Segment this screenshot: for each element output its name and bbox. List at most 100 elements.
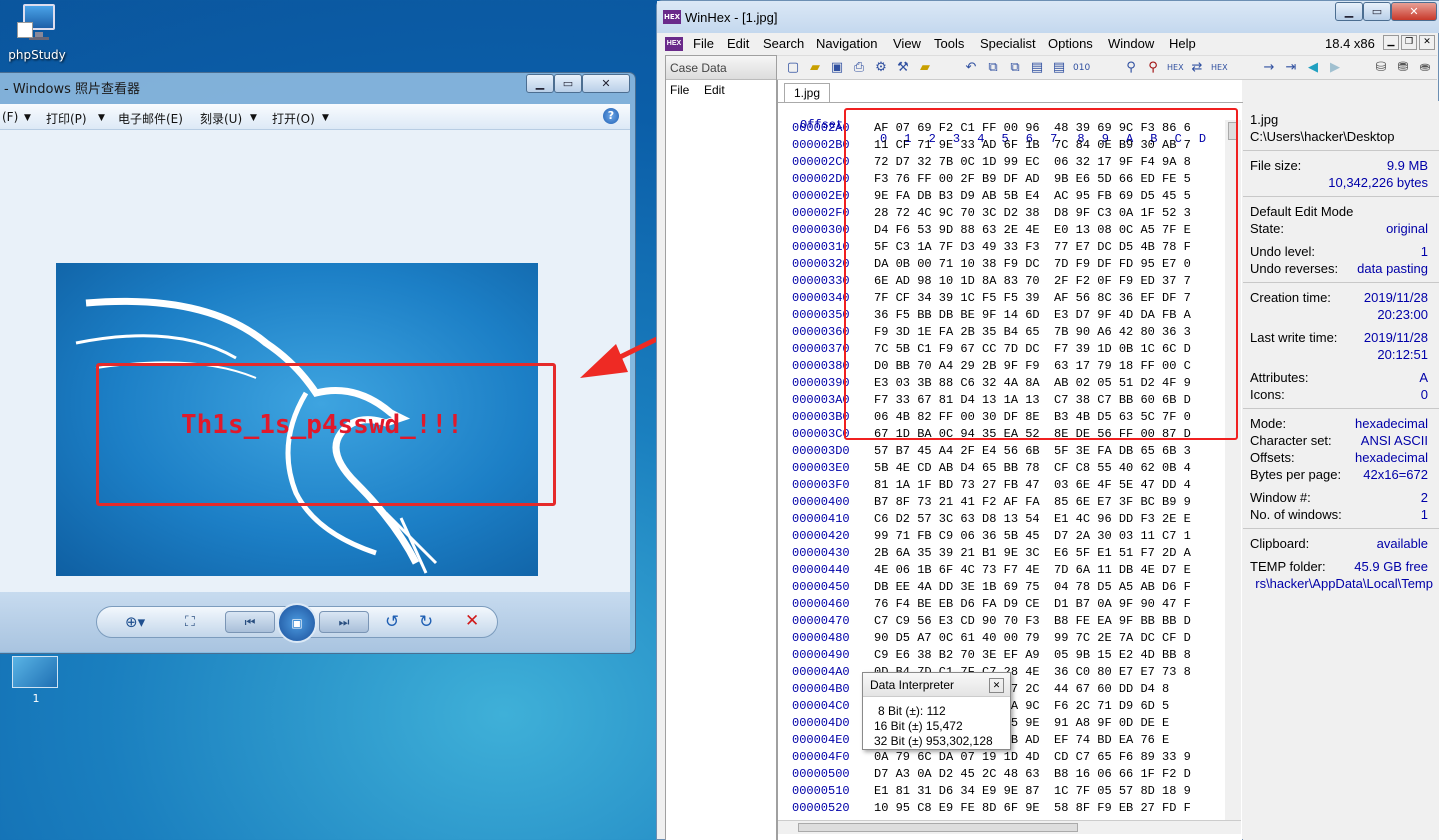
- row-bytes[interactable]: 76 F4 BE EB D6 FA D9 CE D1 B7 0A 9F 90 4…: [874, 597, 1191, 611]
- hex-row[interactable]: 00000440 4E 06 1B 6F 4C 73 F7 4E 7D 6A 11…: [778, 563, 1238, 580]
- disk-image-icon[interactable]: ⛃: [1395, 60, 1411, 76]
- ram-icon[interactable]: ⛂: [1417, 60, 1433, 76]
- close-button[interactable]: ✕: [1391, 2, 1437, 21]
- open-folder-icon[interactable]: ▰: [807, 60, 823, 76]
- rotate-right-icon[interactable]: ↻: [419, 612, 433, 632]
- hex-row[interactable]: 000003D0 57 B7 45 A4 2F E4 56 6B 5F 3E FA…: [778, 444, 1238, 461]
- row-bytes[interactable]: B7 8F 73 21 41 F2 AF FA 85 6E E7 3F BC B…: [874, 495, 1191, 509]
- desktop-icon-phpstudy[interactable]: phpStudy: [4, 0, 70, 70]
- hex-row[interactable]: 00000460 76 F4 BE EB D6 FA D9 CE D1 B7 0A…: [778, 597, 1238, 614]
- row-bytes[interactable]: 5B 4E CD AB D4 65 BB 78 CF C8 55 40 62 0…: [874, 461, 1191, 475]
- next-icon[interactable]: ⏭: [319, 611, 369, 633]
- maximize-button[interactable]: ▭: [1363, 2, 1391, 21]
- mdi-restore-button[interactable]: ❐: [1401, 35, 1417, 50]
- paste-block-icon[interactable]: ▤: [1051, 60, 1067, 76]
- new-file-icon[interactable]: ▢: [785, 60, 801, 76]
- menu-edit[interactable]: Edit: [727, 36, 749, 51]
- copy-block-icon[interactable]: ⧉: [1007, 60, 1023, 76]
- previous-icon[interactable]: ⏮: [225, 611, 275, 633]
- menu-file[interactable]: File: [693, 36, 714, 51]
- menu-window[interactable]: Window: [1108, 36, 1154, 51]
- zoom-icon[interactable]: ⊕▾: [125, 613, 145, 631]
- binary-icon[interactable]: 010: [1073, 60, 1090, 76]
- help-icon[interactable]: ?: [603, 108, 619, 124]
- actual-size-icon[interactable]: ⛶: [185, 614, 195, 630]
- menu-view[interactable]: View: [893, 36, 921, 51]
- folder-icon[interactable]: ▰: [917, 60, 933, 76]
- menu-email[interactable]: 电子邮件(E): [118, 110, 183, 127]
- minimize-button[interactable]: ▁: [526, 74, 554, 93]
- hex-row[interactable]: 00000410 C6 D2 57 3C 63 D8 13 54 E1 4C 96…: [778, 512, 1238, 529]
- horizontal-scrollbar[interactable]: [778, 820, 1241, 834]
- case-menu-edit[interactable]: Edit: [704, 83, 725, 97]
- hex-row[interactable]: 00000400 B7 8F 73 21 41 F2 AF FA 85 6E E7…: [778, 495, 1238, 512]
- menu-print[interactable]: 打印(P): [46, 110, 87, 127]
- tab-1jpg[interactable]: 1.jpg: [784, 83, 830, 103]
- row-bytes[interactable]: C6 D2 57 3C 63 D8 13 54 E1 4C 96 DD F3 2…: [874, 512, 1191, 526]
- data-interpreter-dialog[interactable]: Data Interpreter ✕ 8 Bit (±): 112 16 Bit…: [862, 672, 1011, 750]
- menu-burn[interactable]: 刻录(U): [200, 110, 242, 127]
- properties-icon[interactable]: ⚙: [873, 60, 889, 76]
- hex-row[interactable]: 000004F0 0A 79 6C DA 07 19 1D 4D CD C7 65…: [778, 750, 1238, 767]
- hex-row[interactable]: 00000450 DB EE 4A DD 3E 1B 69 75 04 78 D5…: [778, 580, 1238, 597]
- row-bytes[interactable]: C7 C9 56 E3 CD 90 70 F3 B8 FE EA 9F BB B…: [874, 614, 1191, 628]
- row-bytes[interactable]: 2B 6A 35 39 21 B1 9E 3C E6 5F E1 51 F7 2…: [874, 546, 1191, 560]
- hex-row[interactable]: 00000470 C7 C9 56 E3 CD 90 70 F3 B8 FE EA…: [778, 614, 1238, 631]
- hex-row[interactable]: 00000490 C9 E6 38 B2 70 3E EF A9 05 9B 15…: [778, 648, 1238, 665]
- hex-row[interactable]: 000003F0 81 1A 1F BD 73 27 FB 47 03 6E 4F…: [778, 478, 1238, 495]
- forward-icon[interactable]: ▶: [1327, 60, 1343, 76]
- save-icon[interactable]: ▣: [829, 60, 845, 76]
- replace-text-icon[interactable]: HEX: [1167, 60, 1184, 76]
- back-icon[interactable]: ◀: [1305, 60, 1321, 76]
- close-icon[interactable]: ✕: [989, 678, 1004, 693]
- row-bytes[interactable]: 90 D5 A7 0C 61 40 00 79 99 7C 2E 7A DC C…: [874, 631, 1191, 645]
- hex-row[interactable]: 00000520 10 95 C8 E9 FE 8D 6F 9E 58 8F F9…: [778, 801, 1238, 818]
- print-icon[interactable]: ⎙: [851, 60, 867, 76]
- menu-options[interactable]: Options: [1048, 36, 1093, 51]
- rotate-left-icon[interactable]: ↺: [385, 612, 399, 632]
- replace-icon[interactable]: ⇄: [1189, 60, 1205, 76]
- menu-help[interactable]: Help: [1169, 36, 1196, 51]
- paste-icon[interactable]: ▤: [1029, 60, 1045, 76]
- replace-hex-icon[interactable]: HEX: [1211, 60, 1228, 76]
- goto-sector-icon[interactable]: ⇥: [1283, 60, 1299, 76]
- row-bytes[interactable]: 81 1A 1F BD 73 27 FB 47 03 6E 4F 5E 47 D…: [874, 478, 1191, 492]
- hex-row[interactable]: 00000420 99 71 FB C9 06 36 5B 45 D7 2A 30…: [778, 529, 1238, 546]
- minimize-button[interactable]: ▁: [1335, 2, 1363, 21]
- row-bytes[interactable]: DB EE 4A DD 3E 1B 69 75 04 78 D5 A5 AB D…: [874, 580, 1191, 594]
- maximize-button[interactable]: ▭: [554, 74, 582, 93]
- menu-specialist[interactable]: Specialist: [980, 36, 1036, 51]
- hex-row[interactable]: 00000430 2B 6A 35 39 21 B1 9E 3C E6 5F E1…: [778, 546, 1238, 563]
- goto-offset-icon[interactable]: →: [1261, 60, 1277, 76]
- mdi-close-button[interactable]: ✕: [1419, 35, 1435, 50]
- desktop-file-1[interactable]: 1: [12, 656, 60, 716]
- hex-row[interactable]: 00000480 90 D5 A7 0C 61 40 00 79 99 7C 2E…: [778, 631, 1238, 648]
- menu-search[interactable]: Search: [763, 36, 804, 51]
- slideshow-icon[interactable]: ▣: [277, 603, 317, 643]
- menu-open[interactable]: 打开(O): [272, 110, 315, 127]
- row-bytes[interactable]: 0A 79 6C DA 07 19 1D 4D CD C7 65 F6 89 3…: [874, 750, 1191, 764]
- row-bytes[interactable]: 57 B7 45 A4 2F E4 56 6B 5F 3E FA DB 65 6…: [874, 444, 1191, 458]
- hex-row[interactable]: 00000510 E1 81 31 D6 34 E9 9E 87 1C 7F 05…: [778, 784, 1238, 801]
- row-bytes[interactable]: C9 E6 38 B2 70 3E EF A9 05 9B 15 E2 4D B…: [874, 648, 1191, 662]
- hex-row[interactable]: 000003E0 5B 4E CD AB D4 65 BB 78 CF C8 55…: [778, 461, 1238, 478]
- mdi-minimize-button[interactable]: ▁: [1383, 35, 1399, 50]
- row-bytes[interactable]: 4E 06 1B 6F 4C 73 F7 4E 7D 6A 11 DB 4E D…: [874, 563, 1191, 577]
- delete-icon[interactable]: ✕: [465, 611, 479, 631]
- row-bytes[interactable]: E1 81 31 D6 34 E9 9E 87 1C 7F 05 57 8D 1…: [874, 784, 1191, 798]
- menu-file[interactable]: (F): [2, 110, 18, 124]
- row-bytes[interactable]: 10 95 C8 E9 FE 8D 6F 9E 58 8F F9 EB 27 F…: [874, 801, 1191, 815]
- find-text-icon[interactable]: ⚲: [1123, 60, 1139, 76]
- menu-navigation[interactable]: Navigation: [816, 36, 877, 51]
- menu-tools[interactable]: Tools: [934, 36, 964, 51]
- disk-icon[interactable]: ⛁: [1373, 60, 1389, 76]
- case-menu-file[interactable]: File: [670, 83, 689, 97]
- row-bytes[interactable]: 99 71 FB C9 06 36 5B 45 D7 2A 30 03 11 C…: [874, 529, 1191, 543]
- undo-icon[interactable]: ↶: [963, 60, 979, 76]
- row-bytes[interactable]: D7 A3 0A D2 45 2C 48 63 B8 16 06 66 1F F…: [874, 767, 1191, 781]
- tools-icon[interactable]: ⚒: [895, 60, 911, 76]
- hex-row[interactable]: 00000500 D7 A3 0A D2 45 2C 48 63 B8 16 06…: [778, 767, 1238, 784]
- copy-icon[interactable]: ⧉: [985, 60, 1001, 76]
- close-button[interactable]: ✕: [582, 74, 630, 93]
- find-hex-icon[interactable]: ⚲: [1145, 60, 1161, 76]
